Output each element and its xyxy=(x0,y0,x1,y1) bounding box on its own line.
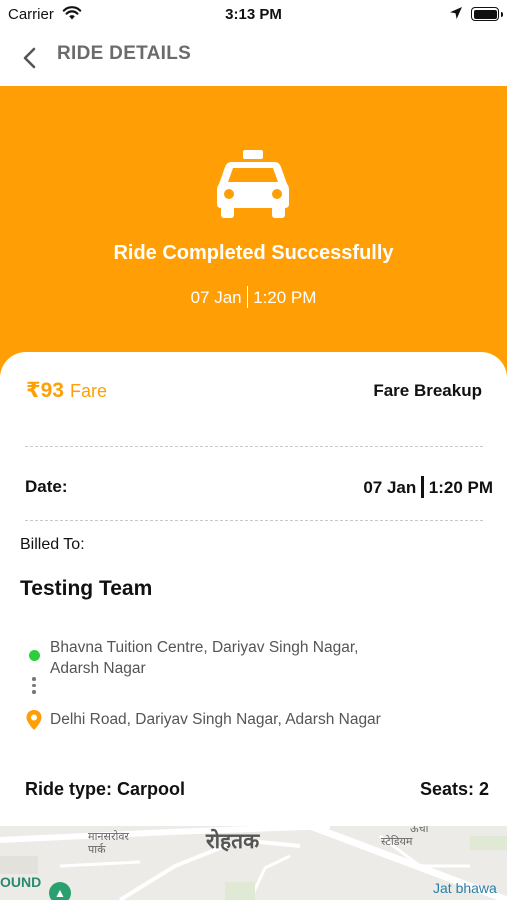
battery-icon xyxy=(471,7,503,21)
divider xyxy=(25,446,483,447)
date-value: 07 Jan 1:20 PM xyxy=(363,476,493,498)
status-bar: Carrier 3:13 PM xyxy=(0,0,507,30)
back-button[interactable] xyxy=(12,40,48,76)
map-top-label: ऊंचा xyxy=(410,826,429,835)
date-value-time: 1:20 PM xyxy=(428,478,493,497)
nav-bar: RIDE DETAILS xyxy=(0,30,507,86)
taxi-icon xyxy=(215,148,291,218)
date-value-date: 07 Jan xyxy=(363,478,417,497)
map-poi-icon: ▲ xyxy=(49,882,71,900)
map-park-label: मानसरोवर पार्क xyxy=(88,830,129,856)
billed-to-name: Testing Team xyxy=(20,577,153,600)
pickup-dot-icon xyxy=(29,650,40,661)
fare-breakup-link[interactable]: Fare Breakup xyxy=(373,381,482,401)
billed-to-label: Billed To: xyxy=(20,536,85,553)
ride-details-card: ₹93 Fare Fare Breakup Date: 07 Jan 1:20 P… xyxy=(0,352,507,830)
ride-status-title: Ride Completed Successfully xyxy=(113,242,394,264)
map-jat-label: Jat bhawa xyxy=(433,880,497,896)
drop-pin-icon xyxy=(25,709,43,731)
pickup-address: Bhavna Tuition Centre, Dariyav Singh Nag… xyxy=(50,639,359,677)
seats-count: Seats: 2 xyxy=(419,779,489,799)
datetime-divider xyxy=(246,286,249,308)
status-time: 3:13 PM xyxy=(225,6,282,23)
ride-status-banner: Ride Completed Successfully 07 Jan 1:20 P… xyxy=(0,86,507,376)
route-connector-icon xyxy=(32,677,36,697)
route-map[interactable]: रोहतक मानसरोवर पार्क स्टेडियम ऊंचा OUND ▲… xyxy=(0,826,507,900)
ride-time: 1:20 PM xyxy=(253,288,317,307)
date-label: Date: xyxy=(25,477,68,496)
page-title: RIDE DETAILS xyxy=(57,43,192,64)
chevron-left-icon xyxy=(23,47,36,69)
drop-address: Delhi Road, Dariyav Singh Nagar, Adarsh … xyxy=(50,711,381,728)
divider xyxy=(25,520,483,521)
fare-label: Fare xyxy=(70,381,108,401)
ride-type: Ride type: Carpool xyxy=(25,779,186,799)
map-stadium-label: स्टेडियम xyxy=(381,835,413,848)
ride-datetime: 07 Jan 1:20 PM xyxy=(0,286,507,308)
ride-date: 07 Jan xyxy=(190,288,242,307)
map-round-label: OUND xyxy=(0,874,42,890)
date-divider xyxy=(421,476,424,498)
map-city-label: रोहतक xyxy=(206,829,260,853)
location-arrow-icon xyxy=(449,6,463,25)
fare-amount: ₹93 xyxy=(26,379,64,402)
